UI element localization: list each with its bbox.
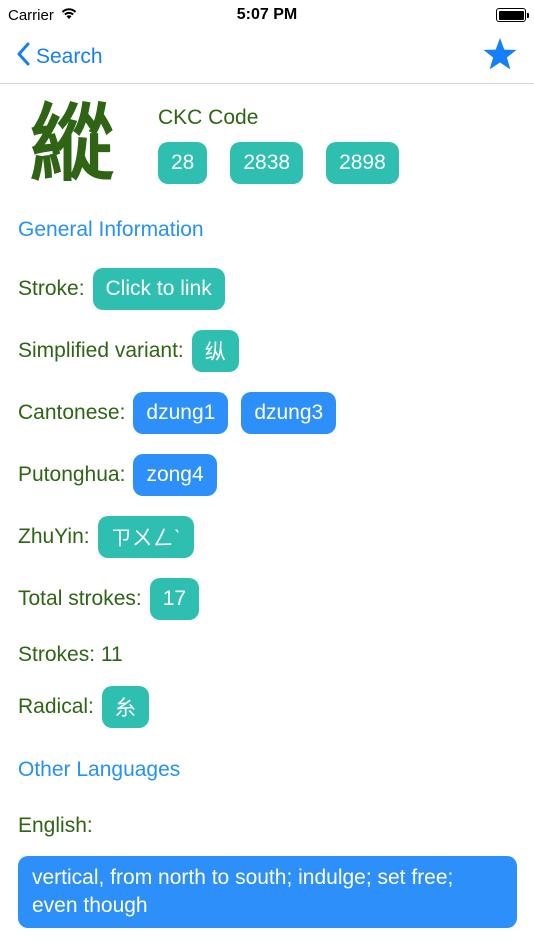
favorite-button[interactable] [482,37,518,76]
status-time: 5:07 PM [236,6,298,23]
status-left: Carrier [8,6,78,24]
english-definition[interactable]: vertical, from north to south; indulge; … [18,856,517,928]
star-icon [482,38,518,75]
simplified-variant-row: Simplified variant: 纵 [18,330,516,372]
radical-label: Radical: [18,695,94,718]
back-button[interactable]: Search [16,42,103,72]
wifi-icon [60,6,78,24]
zhuyin-chip[interactable]: ㄗㄨㄥˋ [97,516,194,558]
battery-icon [496,8,529,22]
ckc-code-chip[interactable]: 2898 [326,142,399,184]
zhuyin-label: ZhuYin: [18,525,90,548]
simplified-variant-chip[interactable]: 纵 [191,330,239,372]
cantonese-label: Cantonese: [18,401,126,424]
chevron-left-icon [16,42,30,72]
cantonese-row: Cantonese: dzung1 dzung3 [18,392,516,434]
ckc-code-chip[interactable]: 2838 [230,142,304,184]
simplified-variant-label: Simplified variant: [18,339,184,362]
character-glyph: 縱 [30,94,115,193]
stroke-row: Stroke: Click to link [18,268,516,310]
radical-row: Radical: 糸 [18,686,516,728]
ckc-code-row: 28 2838 2898 [158,142,399,184]
strokes-row: Strokes: 11 [18,634,516,676]
status-bar: Carrier 5:07 PM [0,0,534,30]
ckc-title: CKC Code [158,106,259,129]
stroke-label: Stroke: [18,277,85,300]
putonghua-label: Putonghua: [18,463,126,486]
cantonese-chip[interactable]: dzung3 [241,392,337,434]
detail-content: 縱 CKC Code 28 2838 2898 General Informat… [0,84,534,928]
putonghua-chip[interactable]: zong4 [133,454,217,496]
zhuyin-row: ZhuYin: ㄗㄨㄥˋ [18,516,516,558]
carrier-label: Carrier [8,6,54,24]
stroke-link-button[interactable]: Click to link [92,268,225,310]
ckc-code-chip[interactable]: 28 [158,142,208,184]
putonghua-row: Putonghua: zong4 [18,454,516,496]
navigation-bar: Search [0,30,534,84]
total-strokes-label: Total strokes: [18,587,142,610]
english-label: English: [18,814,93,837]
ckc-block: CKC Code 28 2838 2898 [158,98,399,184]
character-header: 縱 CKC Code 28 2838 2898 [18,84,516,196]
strokes-text: Strokes: 11 [18,643,123,666]
general-information-title: General Information [18,218,204,241]
total-strokes-row: Total strokes: 17 [18,578,516,620]
back-label: Search [36,44,103,68]
other-languages-title: Other Languages [18,758,181,781]
total-strokes-chip[interactable]: 17 [149,578,200,620]
cantonese-chip[interactable]: dzung1 [133,392,229,434]
radical-chip[interactable]: 糸 [101,686,149,728]
